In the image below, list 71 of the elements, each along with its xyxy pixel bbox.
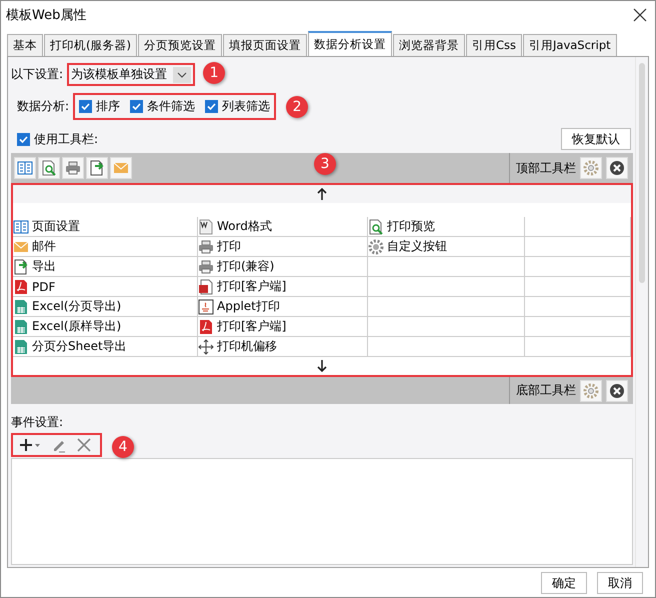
tab[interactable]: 引用Css: [466, 34, 522, 56]
toolbar-option[interactable]: 打印[客户端]: [198, 317, 368, 337]
field-label: 数据分析:: [17, 98, 70, 115]
callout-number: 3: [314, 153, 336, 175]
toolbar-option[interactable]: 打印预览: [368, 217, 525, 237]
dialog-button[interactable]: 取消: [597, 572, 643, 594]
callout-number: 4: [112, 436, 134, 458]
close-icon[interactable]: [633, 8, 647, 22]
dialog-button[interactable]: 确定: [541, 572, 587, 594]
toolbar-option[interactable]: 导出: [13, 257, 198, 277]
magnifier-page-icon: [368, 218, 384, 234]
toolbar-icon-button[interactable]: [62, 157, 84, 179]
toolbar-icon-button[interactable]: [38, 157, 60, 179]
pdf-icon: [198, 318, 214, 334]
callout-number: 2: [286, 96, 308, 118]
callout-number: 1: [203, 62, 226, 84]
tab[interactable]: 打印机(服务器): [44, 34, 137, 56]
check-icon: [80, 101, 92, 112]
printer-icon: [198, 238, 214, 254]
printer-icon: [65, 160, 81, 176]
document-w-icon: [198, 218, 214, 234]
toolbar-option[interactable]: PDF: [13, 277, 198, 297]
columns-icon: [17, 160, 33, 176]
analysis-checkbox[interactable]: 排序: [79, 98, 120, 115]
delete-icon[interactable]: [77, 438, 91, 452]
field-label: 以下设置:: [11, 66, 64, 83]
toolbar-option[interactable]: Excel(原样导出): [13, 317, 198, 337]
scrollbar-thumb[interactable]: [639, 63, 645, 283]
add-icon[interactable]: [19, 438, 41, 452]
analysis-checkbox[interactable]: 列表筛选: [205, 98, 270, 115]
envelope-icon: [113, 160, 129, 176]
caret-icon: [177, 72, 188, 78]
toolbar-option[interactable]: 邮件: [13, 237, 198, 257]
check-icon: [18, 134, 29, 144]
tab[interactable]: 数据分析设置: [308, 31, 392, 56]
restore-defaults-button[interactable]: 恢复默认: [561, 128, 631, 150]
toolbar-icon-button[interactable]: [14, 157, 36, 179]
toolbar-label: 底部工具栏: [516, 382, 576, 399]
tab[interactable]: 填报页面设置: [222, 34, 307, 56]
page-arrow-icon: [89, 160, 105, 176]
toolbar-option[interactable]: 自定义按钮: [368, 237, 525, 257]
tab[interactable]: 基本: [7, 34, 43, 56]
toolbar-icon-button[interactable]: [86, 157, 108, 179]
up-arrow-icon[interactable]: [317, 188, 327, 200]
document-badge-icon: [198, 278, 214, 294]
move-arrows-icon: [198, 338, 214, 354]
tab[interactable]: 引用JavaScript: [523, 34, 617, 56]
tab[interactable]: 分页预览设置: [138, 34, 222, 56]
toolbar-option[interactable]: Applet打印: [198, 297, 368, 317]
printer-icon: [198, 258, 214, 274]
scope-dropdown[interactable]: 为该模板单独设置: [69, 65, 194, 84]
toolbar-option[interactable]: Excel(分页导出): [13, 297, 198, 317]
toolbar-option[interactable]: 打印[客户端]: [198, 277, 368, 297]
section-label: 事件设置:: [11, 414, 64, 431]
magnifier-page-icon: [41, 160, 57, 176]
toolbar-option[interactable]: Word格式: [198, 217, 368, 237]
check-icon: [206, 101, 218, 112]
toolbar-option[interactable]: 打印(兼容): [198, 257, 368, 277]
cup-icon: [198, 298, 214, 314]
down-arrow-icon[interactable]: [317, 360, 327, 372]
toolbar-option[interactable]: 打印: [198, 237, 368, 257]
window-title: 模板Web属性: [6, 7, 86, 24]
analysis-checkbox[interactable]: 条件筛选: [130, 98, 196, 115]
gear-icon: [368, 238, 384, 254]
remove-button[interactable]: [606, 380, 628, 402]
toolbar-option[interactable]: 页面设置: [13, 217, 198, 237]
tab[interactable]: 浏览器背景: [392, 34, 465, 56]
check-icon: [131, 101, 142, 112]
toolbar-label: 顶部工具栏: [516, 160, 576, 176]
remove-button[interactable]: [606, 157, 628, 179]
toolbar-checkbox[interactable]: 使用工具栏:: [17, 130, 98, 148]
